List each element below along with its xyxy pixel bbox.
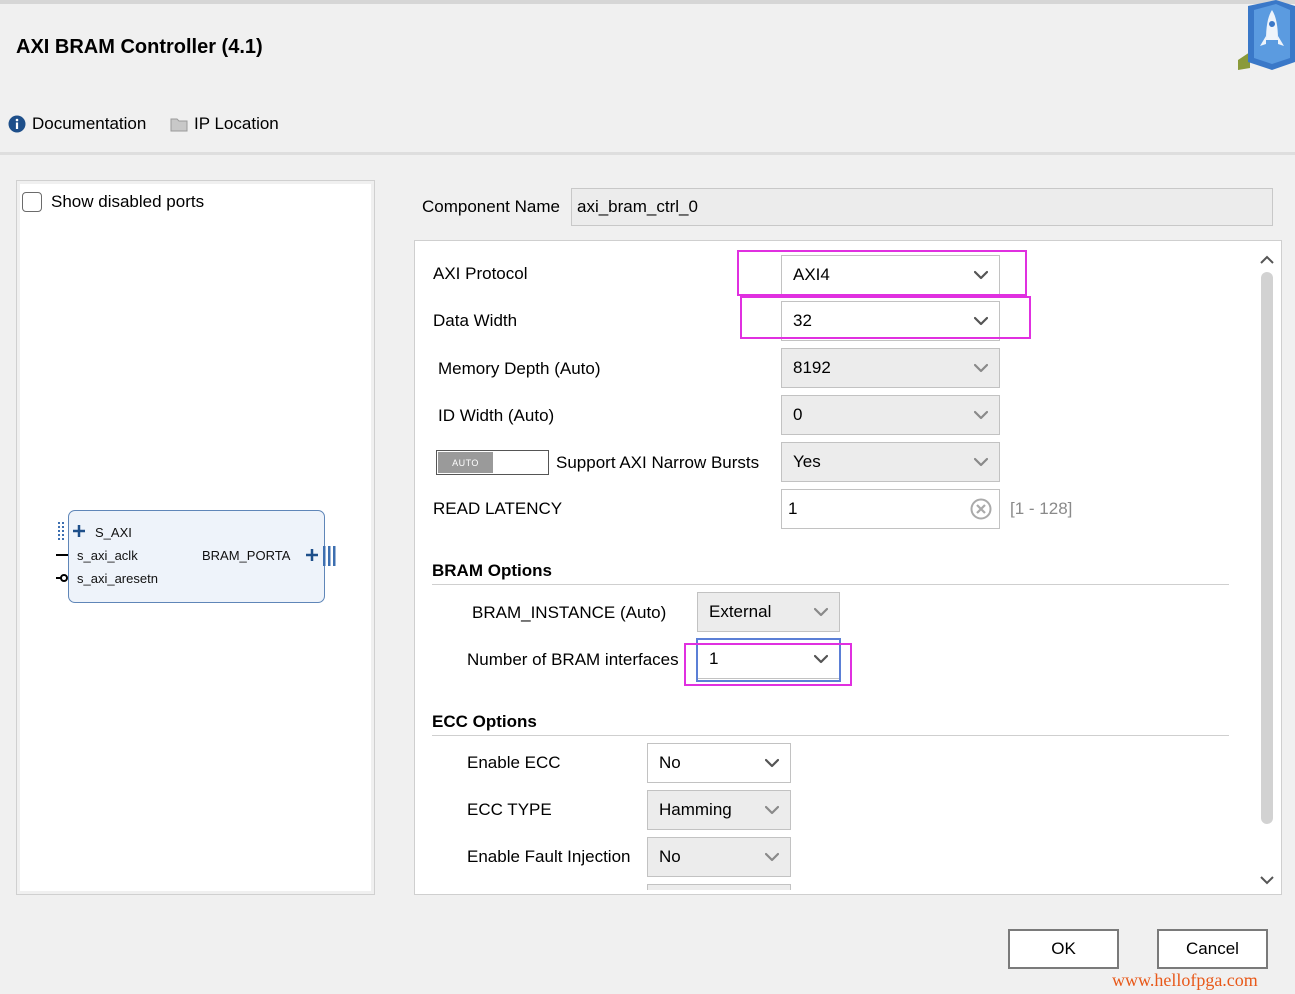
- axi-protocol-label: AXI Protocol: [433, 264, 528, 283]
- documentation-link[interactable]: Documentation: [8, 114, 146, 134]
- scroll-up-icon[interactable]: [1259, 252, 1275, 270]
- id-width-select: 0: [781, 395, 1000, 435]
- expand-plus-icon-right[interactable]: [305, 548, 319, 567]
- top-border: [0, 0, 1295, 4]
- memory-depth-value: 8192: [793, 358, 831, 377]
- read-latency-input[interactable]: 1: [781, 489, 1000, 529]
- chevron-down-icon: [803, 593, 839, 631]
- auto-toggle-knob: AUTO: [438, 452, 493, 473]
- fault-injection-select: No: [647, 837, 791, 877]
- highlight-box-data-width: [740, 296, 1031, 339]
- cancel-button[interactable]: Cancel: [1157, 929, 1268, 969]
- highlight-box-axi-protocol: [737, 250, 1027, 296]
- show-disabled-ports-label: Show disabled ports: [51, 192, 205, 211]
- header-divider: [0, 152, 1295, 155]
- ecc-type-value: Hamming: [659, 800, 732, 819]
- bram-options-divider: [432, 584, 1229, 585]
- id-width-label: ID Width (Auto): [438, 406, 555, 425]
- vivado-logo-icon: [1236, 0, 1295, 70]
- port-bram-porta: BRAM_PORTA: [202, 548, 291, 563]
- read-latency-value: 1: [788, 499, 798, 518]
- ecc-options-heading: ECC Options: [432, 712, 537, 731]
- show-disabled-ports-checkbox[interactable]: Show disabled ports: [22, 192, 204, 212]
- expand-plus-icon[interactable]: [72, 524, 86, 543]
- component-name-field[interactable]: axi_bram_ctrl_0: [571, 188, 1273, 226]
- port-s-axi-aclk: s_axi_aclk: [77, 548, 138, 563]
- narrow-bursts-label: Support AXI Narrow Bursts: [556, 453, 760, 472]
- ok-button[interactable]: OK: [1008, 929, 1119, 969]
- clear-icon[interactable]: [963, 490, 999, 528]
- narrow-bursts-select[interactable]: Yes: [781, 442, 1000, 482]
- enable-ecc-label: Enable ECC: [467, 753, 561, 772]
- ecc-type-select: Hamming: [647, 790, 791, 830]
- id-width-value: 0: [793, 405, 803, 424]
- ecc-options-divider: [432, 735, 1229, 736]
- auto-manual-toggle[interactable]: AUTO: [436, 450, 549, 475]
- chevron-down-icon: [754, 744, 790, 782]
- fault-injection-label: Enable Fault Injection: [467, 847, 631, 866]
- checkbox-box[interactable]: [22, 192, 42, 212]
- chevron-down-icon: [963, 396, 999, 434]
- bram-instance-select: External: [697, 592, 840, 632]
- documentation-label: Documentation: [32, 114, 147, 133]
- bram-instance-label: BRAM_INSTANCE (Auto): [472, 603, 667, 622]
- component-name-label: Component Name: [422, 197, 560, 216]
- read-latency-label: READ LATENCY: [433, 499, 563, 518]
- bram-instance-value: External: [709, 602, 772, 621]
- data-width-label: Data Width: [433, 311, 518, 330]
- ip-location-label: IP Location: [194, 114, 279, 133]
- port-s-axi: S_AXI: [95, 525, 132, 540]
- memory-depth-select: 8192: [781, 348, 1000, 388]
- watermark: www.hellofpga.com: [1112, 970, 1258, 990]
- chevron-down-icon: [963, 349, 999, 387]
- fault-injection-value: No: [659, 847, 681, 866]
- read-latency-range: [1 - 128]: [1010, 499, 1073, 518]
- enable-ecc-value: No: [659, 753, 681, 772]
- highlight-box-bram-interfaces: [684, 643, 852, 686]
- bram-interfaces-label: Number of BRAM interfaces: [467, 650, 679, 669]
- chevron-down-icon: [754, 791, 790, 829]
- clipped-select-edge: [647, 884, 791, 890]
- port-s-axi-aresetn: s_axi_aresetn: [77, 571, 158, 586]
- window-title: AXI BRAM Controller (4.1): [16, 36, 263, 58]
- enable-ecc-select[interactable]: No: [647, 743, 791, 783]
- ip-location-link[interactable]: IP Location: [170, 114, 279, 134]
- ecc-type-label: ECC TYPE: [467, 800, 552, 819]
- folder-icon: [170, 117, 188, 132]
- bus-pin-icon: [323, 546, 336, 566]
- chevron-down-icon: [963, 443, 999, 481]
- scrollbar-thumb[interactable]: [1261, 272, 1273, 824]
- info-icon: [8, 115, 26, 133]
- scroll-down-icon[interactable]: [1259, 874, 1275, 892]
- chevron-down-icon: [754, 838, 790, 876]
- bram-options-heading: BRAM Options: [432, 561, 552, 580]
- memory-depth-label: Memory Depth (Auto): [438, 359, 601, 378]
- narrow-bursts-value: Yes: [793, 452, 821, 471]
